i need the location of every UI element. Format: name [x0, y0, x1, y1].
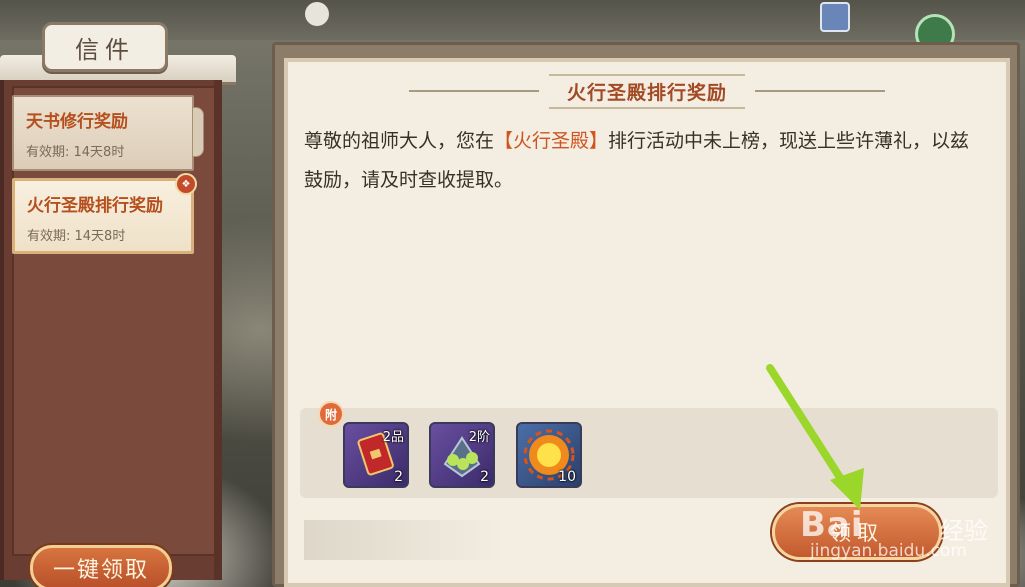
claim-all-button[interactable]: 一键领取: [30, 545, 172, 587]
reward-count: 10: [558, 469, 576, 485]
reward-quality: 2阶: [468, 430, 490, 445]
watermark-brand: Bai: [800, 505, 864, 545]
heading-ornament-right: [755, 90, 885, 92]
reward-count: 2: [394, 469, 403, 485]
mail-item-tianshu[interactable]: 天书修行奖励 有效期: 14天8时: [12, 95, 204, 171]
reward-item-scroll[interactable]: 2品 2: [343, 422, 409, 488]
mail-item-expiry: 有效期: 14天8时: [27, 229, 126, 244]
mail-item-title: 火行圣殿排行奖励: [27, 196, 163, 216]
letter-body-text: 尊敬的祖师大人，您在: [304, 130, 495, 152]
heading-ornament-left: [408, 90, 539, 92]
mail-item-huoxing[interactable]: 火行圣殿排行奖励 有效期: 14天8时 ❖: [12, 173, 197, 254]
attachment-bag-icon: ❖: [175, 173, 197, 195]
green-arrow-annotation: [766, 364, 864, 510]
reward-count: 2: [480, 469, 489, 485]
watermark: Bai 经验 jingyan.baidu.com: [800, 505, 1020, 565]
reward-item-fire-orb[interactable]: 10: [516, 422, 582, 488]
mail-window-title: 信件: [42, 22, 168, 72]
letter-body-highlight: 【火行圣殿】: [494, 130, 609, 152]
mail-item-tab: [192, 107, 204, 157]
letter-heading: 火行圣殿排行奖励: [288, 73, 1006, 109]
letter-title: 火行圣殿排行奖励: [548, 73, 745, 109]
snowman-icon: [305, 2, 329, 26]
mail-item-expiry: 有效期: 14天8时: [26, 145, 125, 160]
reward-quality: 2品: [382, 430, 404, 445]
watermark-url: jingyan.baidu.com: [810, 541, 967, 561]
mail-item-title: 天书修行奖励: [26, 112, 128, 132]
letter-body: 尊敬的祖师大人，您在【火行圣殿】排行活动中未上榜，现送上些许薄礼，以兹鼓励，请及…: [304, 122, 984, 200]
reward-item-artifact[interactable]: 2阶 2: [429, 422, 495, 488]
attachment-tag: 附: [318, 401, 344, 427]
letter-footer-bar: [304, 520, 504, 560]
map-building-icon[interactable]: [820, 2, 850, 32]
